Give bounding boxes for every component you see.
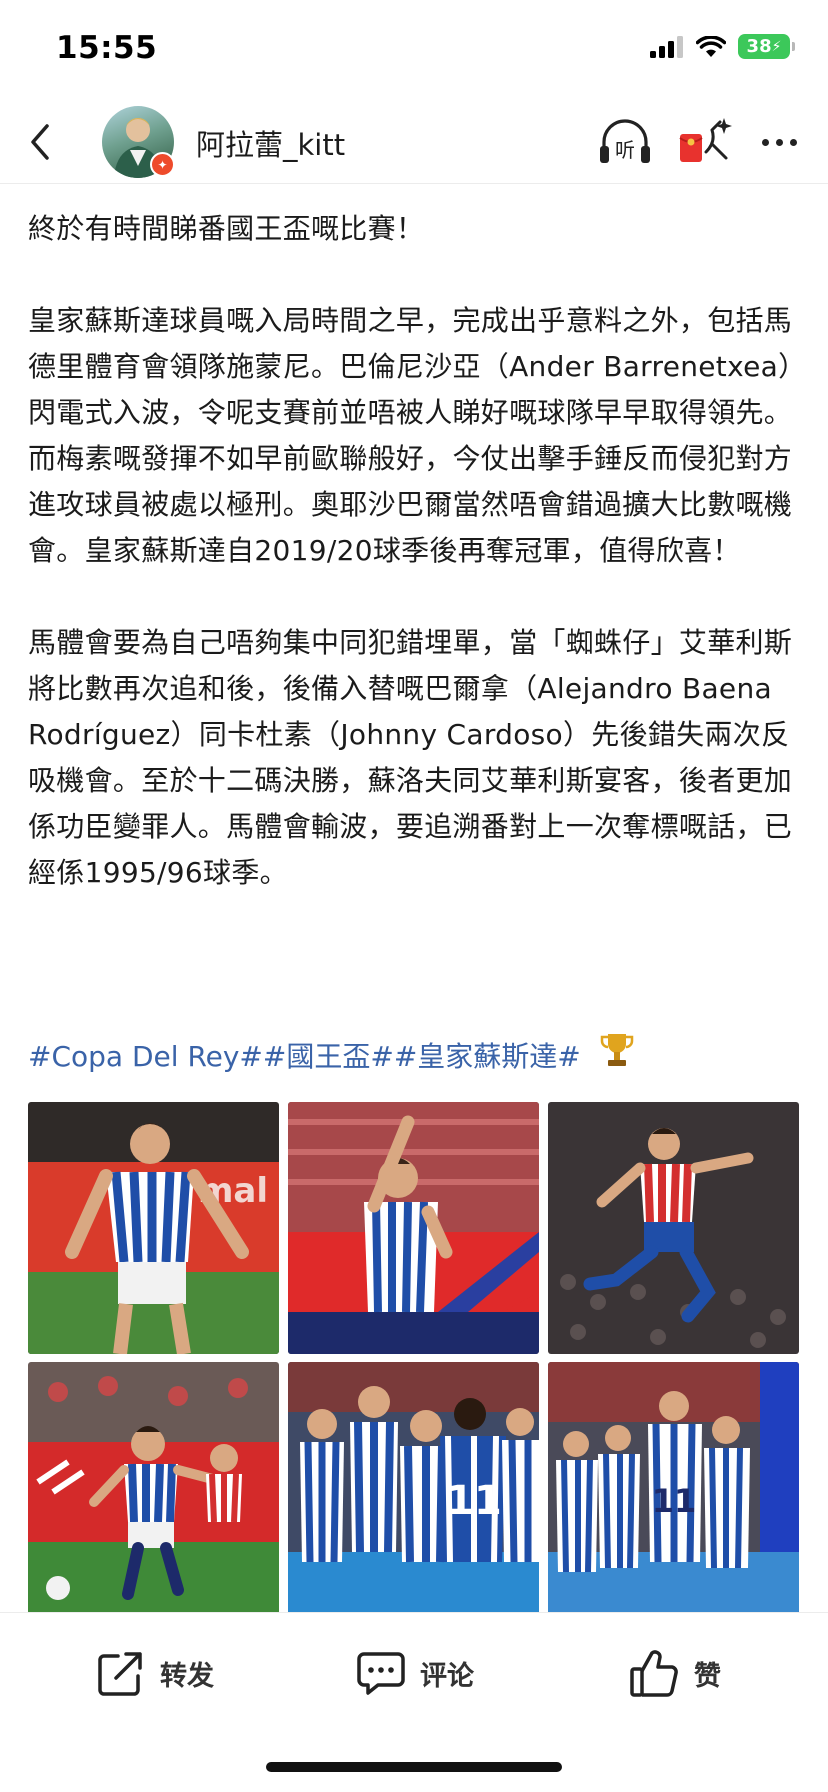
post-paragraph: 馬體會要為自己唔夠集中同犯錯埋單，當「蜘蛛仔」艾華利斯將比數再次追和後，後備入替… (28, 626, 793, 889)
more-button[interactable] (752, 122, 806, 162)
username[interactable]: 阿拉蕾_kitt (196, 122, 345, 164)
hashtag-links[interactable]: #Copa Del Rey##國王盃##皇家蘇斯達# (28, 1040, 581, 1073)
team-huddle-photo: 11 (548, 1362, 799, 1614)
player-celebrating-photo: mal (28, 1102, 279, 1354)
repost-label: 转发 (160, 1660, 214, 1692)
trophy-icon (600, 1032, 634, 1084)
like-button[interactable]: 赞 (628, 1647, 721, 1699)
red-envelope-button[interactable] (676, 112, 734, 170)
listen-button[interactable]: 听 (596, 114, 654, 170)
verified-badge-icon: ✦ (150, 152, 175, 177)
svg-text:11: 11 (652, 1482, 697, 1520)
svg-text:11: 11 (446, 1478, 502, 1524)
team-celebration-photo: 11 (288, 1362, 539, 1614)
photo-2[interactable] (288, 1102, 539, 1354)
player-running-photo (28, 1362, 279, 1614)
photo-1[interactable]: mal (28, 1102, 279, 1354)
status-bar: 15:55 38 ⚡ (0, 0, 828, 96)
comment-button[interactable]: 评论 (356, 1647, 474, 1699)
battery-icon: 38 ⚡ (738, 34, 795, 59)
post-header: ✦ 阿拉蕾_kitt 听 (0, 100, 828, 184)
chevron-left-icon (31, 124, 49, 160)
photo-3[interactable] (548, 1102, 799, 1354)
action-bar: 转发 评论 赞 (0, 1612, 828, 1722)
photo-4[interactable] (28, 1362, 279, 1614)
status-icons: 38 ⚡ (650, 34, 795, 59)
hashtag-row: #Copa Del Rey##國王盃##皇家蘇斯達# (28, 1032, 634, 1084)
more-dot (789, 138, 797, 146)
battery-level: 38 (746, 36, 772, 57)
comment-label: 评论 (420, 1660, 474, 1692)
home-indicator (266, 1762, 562, 1772)
charging-bolt-icon: ⚡ (771, 38, 782, 55)
thumbs-up-icon (630, 1650, 678, 1697)
share-icon (98, 1652, 142, 1696)
back-button[interactable] (18, 116, 62, 168)
more-dot (761, 138, 769, 146)
repost-button[interactable]: 转发 (96, 1647, 214, 1699)
listen-label: 听 (615, 138, 635, 162)
photo-5[interactable]: 11 (288, 1362, 539, 1614)
post-paragraph: 皇家蘇斯達球員嘅入局時間之早，完成出乎意料之外，包括馬德里體育會領隊施蒙尼。巴倫… (28, 304, 793, 567)
photo-6[interactable]: 11 (548, 1362, 799, 1614)
like-label: 赞 (694, 1660, 721, 1692)
player-pointing-photo (288, 1102, 539, 1354)
status-time: 15:55 (56, 30, 158, 66)
post-paragraph: 終於有時間睇番國王盃嘅比賽！ (28, 212, 425, 245)
post-body: 終於有時間睇番國王盃嘅比賽！ 皇家蘇斯達球員嘅入局時間之早，完成出乎意料之外，包… (28, 206, 800, 896)
comment-icon (357, 1652, 405, 1695)
headphones-icon: 听 (600, 119, 650, 163)
wifi-icon (696, 35, 726, 57)
signal-icon (650, 35, 683, 58)
red-envelope-icon (679, 118, 732, 162)
player-jumping-photo (548, 1102, 799, 1354)
more-dot (775, 138, 783, 146)
